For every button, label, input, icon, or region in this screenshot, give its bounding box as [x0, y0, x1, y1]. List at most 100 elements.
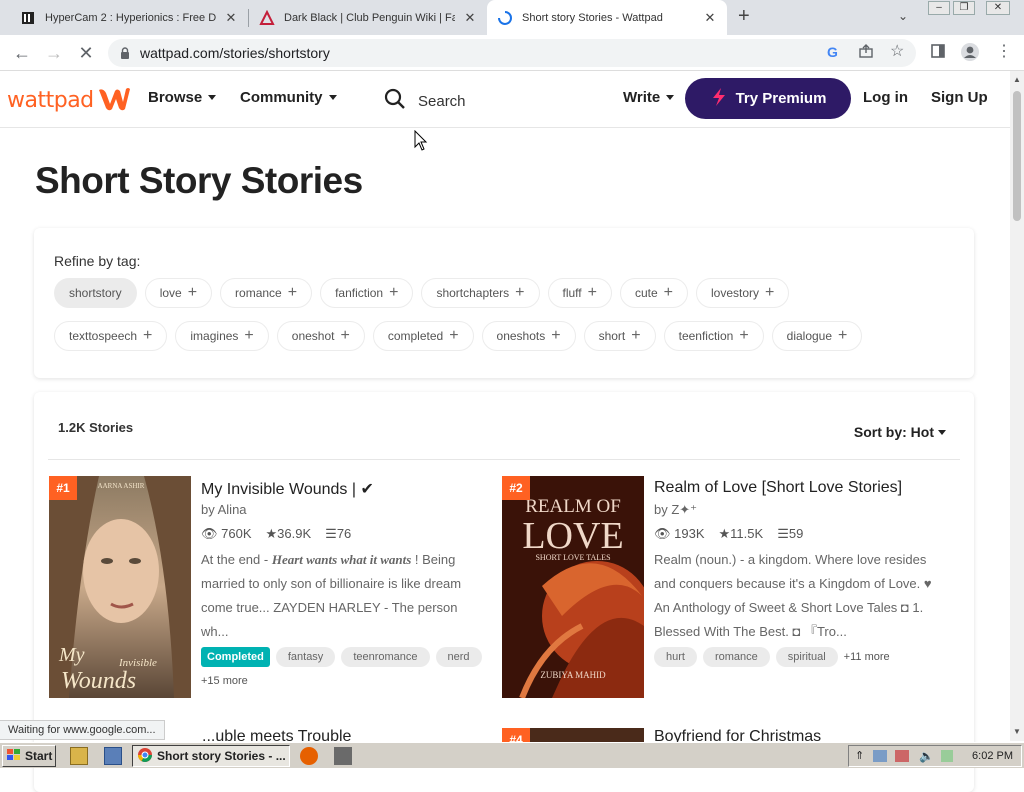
close-tab-icon[interactable]: ✕ — [703, 10, 717, 26]
search-box[interactable]: Search — [384, 88, 466, 115]
story-tag[interactable]: spiritual — [775, 647, 838, 667]
tag-chip-dialogue[interactable]: dialogue + — [771, 321, 863, 351]
share-icon[interactable] — [858, 43, 874, 64]
address-bar[interactable]: wattpad.com/stories/shortstory — [108, 39, 916, 67]
scroll-up-arrow-icon[interactable]: ▲ — [1013, 75, 1021, 84]
tag-chip-oneshot[interactable]: oneshot + — [276, 321, 365, 351]
tag-label: teenfiction — [678, 329, 734, 343]
browse-menu[interactable]: Browse — [148, 89, 217, 106]
scroll-down-arrow-icon[interactable]: ▼ — [1013, 727, 1021, 736]
google-icon[interactable]: G — [827, 44, 838, 60]
tray-expand-icon[interactable]: ⇑ — [855, 749, 864, 762]
tag-chip-teenfiction[interactable]: teenfiction + — [663, 321, 764, 351]
hypercam-icon — [20, 10, 36, 26]
tag-chip-romance[interactable]: romance + — [220, 278, 313, 308]
votes-stat: ★36.9K — [266, 526, 312, 542]
tag-chip-completed[interactable]: completed + — [372, 321, 474, 351]
scrollbar-thumb[interactable] — [1013, 91, 1021, 221]
story-cover[interactable]: REALM OF LOVE SHORT LOVE TALES ZUBIYA MA… — [502, 476, 644, 698]
side-panel-icon[interactable] — [930, 43, 946, 64]
browser-tab-hypercam[interactable]: HyperCam 2 : Hyperionics : Free Do ✕ — [10, 0, 248, 35]
wattpad-logo[interactable]: wattpad — [7, 84, 131, 117]
browse-label: Browse — [148, 89, 203, 106]
browser-tab-wattpad[interactable]: Short story Stories - Wattpad ✕ — [487, 0, 727, 35]
taskbar-chrome-window[interactable]: Short story Stories - ... — [132, 745, 290, 767]
tab-search-chevron-icon[interactable]: ⌄ — [898, 9, 908, 23]
more-tags-link[interactable]: +15 more — [201, 675, 248, 687]
chevron-down-icon — [208, 95, 217, 100]
rank-badge: #1 — [49, 476, 77, 500]
vertical-scrollbar[interactable]: ▲ ▼ — [1010, 71, 1024, 741]
tag-label: shortchapters — [436, 286, 510, 300]
more-tags-link[interactable]: +11 more — [844, 651, 890, 663]
folder-icon[interactable] — [70, 747, 88, 765]
tag-chip-oneshots[interactable]: oneshots + — [481, 321, 576, 351]
menu-kebab-icon[interactable]: ⋮ — [996, 41, 1012, 61]
wattpad-w-icon — [97, 84, 131, 117]
profile-avatar-icon[interactable] — [960, 42, 980, 67]
plus-icon: + — [287, 284, 298, 301]
sort-dropdown[interactable]: Sort by: Hot — [854, 424, 946, 440]
restore-button[interactable]: ❐ — [953, 1, 975, 15]
back-arrow-icon[interactable]: ← — [10, 41, 34, 65]
tag-chip-texttospeech[interactable]: texttospeech + — [54, 321, 168, 351]
cover-title-line1: REALM OF — [525, 496, 621, 517]
svg-text:My: My — [58, 644, 85, 666]
story-card[interactable]: AARNA ASHIR My Invisible Wounds #1 My In… — [49, 476, 494, 716]
write-label: Write — [623, 89, 661, 106]
tag-chip-love[interactable]: love + — [144, 278, 213, 308]
tag-chip-fluff[interactable]: fluff + — [547, 278, 612, 308]
bookmark-star-icon[interactable]: ☆ — [890, 41, 904, 61]
close-tab-icon[interactable]: ✕ — [224, 10, 238, 26]
tag-chip-lovestory[interactable]: lovestory + — [696, 278, 790, 308]
tag-chip-short[interactable]: short + — [583, 321, 656, 351]
star-icon: ★ — [718, 526, 731, 541]
media-player-icon[interactable] — [104, 747, 122, 765]
tag-chip-fanfiction[interactable]: fanfiction + — [320, 278, 414, 308]
try-premium-button[interactable]: Try Premium — [685, 78, 851, 119]
story-tag[interactable]: fantasy — [275, 647, 336, 667]
firefox-icon[interactable] — [300, 747, 318, 765]
signup-link[interactable]: Sign Up — [931, 89, 988, 106]
story-title[interactable]: My Invisible Wounds | ✔ — [201, 479, 374, 499]
tool-icon[interactable] — [334, 747, 352, 765]
story-title[interactable]: Realm of Love [Short Love Stories] — [654, 479, 902, 497]
story-tag[interactable]: hurt — [654, 647, 697, 667]
chevron-down-icon — [666, 95, 675, 100]
story-tag[interactable]: teenromance — [341, 647, 430, 667]
story-cover[interactable]: AARNA ASHIR My Invisible Wounds #1 — [49, 476, 191, 698]
volume-icon[interactable]: 🔈 — [919, 749, 934, 763]
security-icon[interactable] — [895, 750, 909, 762]
network-icon[interactable] — [873, 750, 887, 762]
system-tray: ⇑ 🔈 6:02 PM — [848, 745, 1022, 767]
plus-icon: + — [838, 327, 848, 344]
tag-chip-shortchapters[interactable]: shortchapters + — [421, 278, 540, 308]
story-author[interactable]: by Alina — [201, 502, 247, 517]
minimize-button[interactable]: – — [928, 1, 950, 15]
tag-chip-cute[interactable]: cute + — [619, 278, 688, 308]
tag-chip-imagines[interactable]: imagines + — [175, 321, 269, 351]
browser-toolbar: ← → ✕ wattpad.com/stories/shortstory G ☆… — [0, 35, 1024, 71]
close-tab-icon[interactable]: ✕ — [463, 10, 477, 26]
new-tab-button[interactable]: + — [738, 5, 750, 28]
close-window-button[interactable]: ✕ — [986, 1, 1010, 15]
wiki-icon — [259, 9, 275, 26]
story-tag[interactable]: romance — [702, 647, 770, 667]
story-author[interactable]: by Z✦⁺ — [654, 502, 697, 518]
url-text[interactable]: wattpad.com/stories/shortstory — [140, 45, 330, 61]
list-icon: ☰ — [325, 526, 337, 541]
community-menu[interactable]: Community — [240, 89, 337, 106]
browser-tab-club-penguin[interactable]: Dark Black | Club Penguin Wiki | Fa ✕ — [249, 0, 487, 35]
story-tag[interactable]: nerd — [435, 647, 482, 667]
stop-loading-icon[interactable]: ✕ — [74, 41, 98, 65]
login-link[interactable]: Log in — [863, 89, 908, 106]
tray-app-icon[interactable] — [941, 750, 953, 762]
start-button[interactable]: Start — [2, 745, 56, 767]
forward-arrow-icon[interactable]: → — [42, 41, 66, 65]
story-card[interactable]: REALM OF LOVE SHORT LOVE TALES ZUBIYA MA… — [502, 476, 947, 716]
tag-chip-shortstory[interactable]: shortstory — [54, 278, 137, 308]
write-menu[interactable]: Write — [623, 89, 675, 106]
tag-row: shortstory love + romance + fanfiction + shortc… — [54, 278, 790, 308]
clock[interactable]: 6:02 PM — [972, 750, 1013, 762]
mouse-cursor-icon — [414, 129, 428, 157]
